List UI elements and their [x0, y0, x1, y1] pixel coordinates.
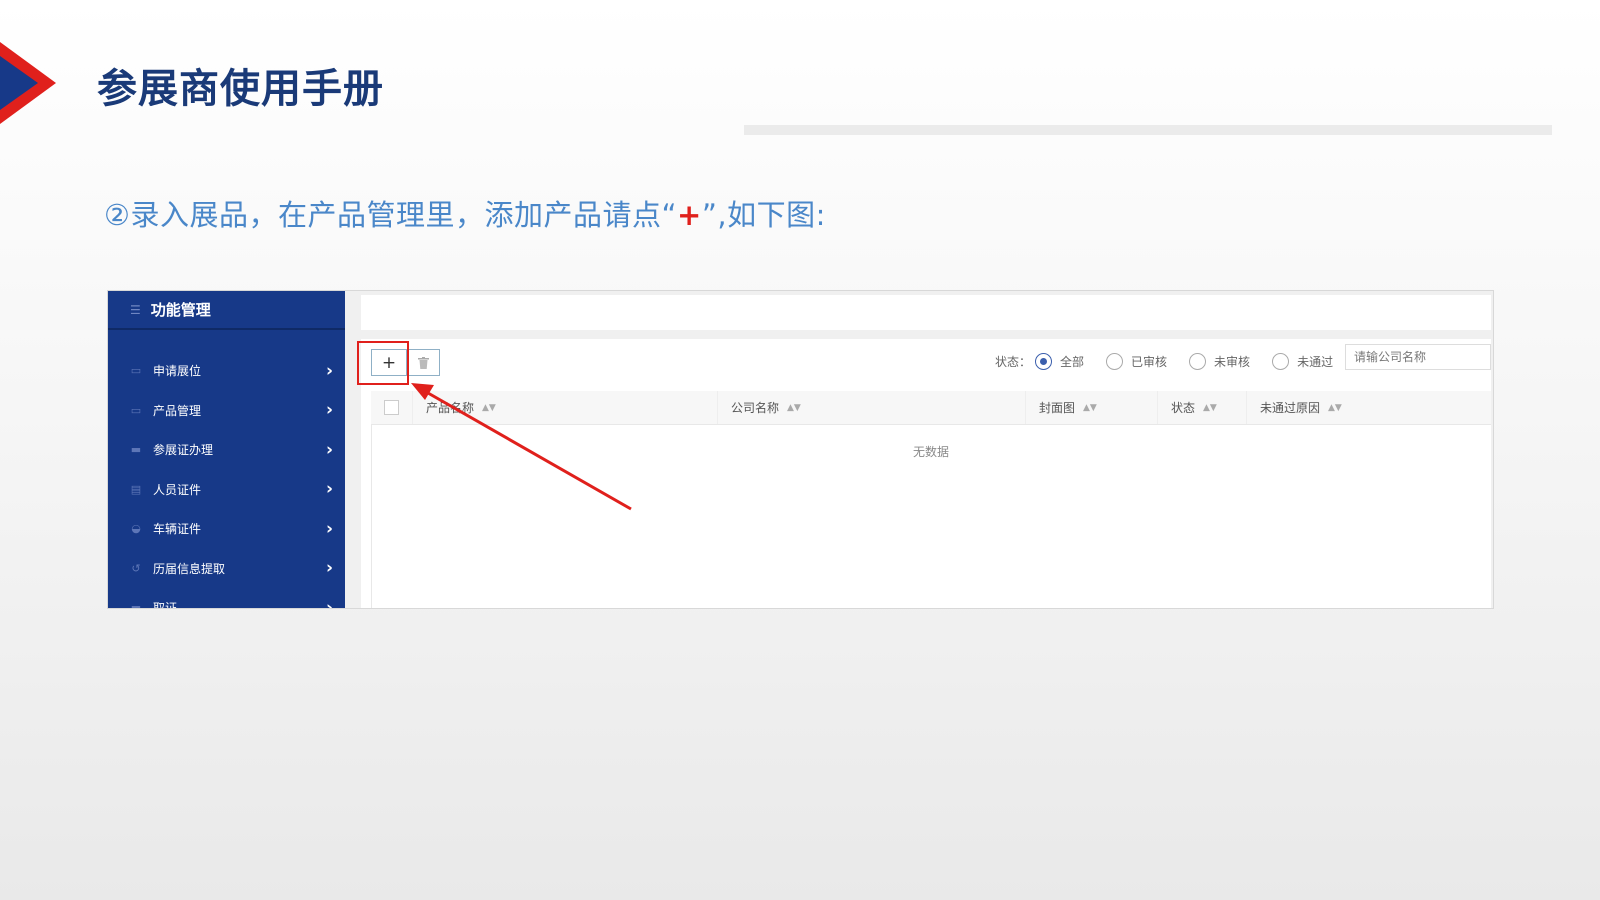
chevron-right-icon: › — [325, 360, 333, 381]
sidebar-item-label: 取证 — [153, 601, 178, 609]
car-icon: ◒ — [131, 522, 141, 536]
column-header-cover-image[interactable]: 封面图 ▲▼ — [1026, 391, 1158, 424]
status-option-label: 未通过 — [1297, 355, 1334, 369]
chevron-right-icon: › — [325, 479, 333, 500]
chevron-right-icon: › — [325, 400, 333, 421]
sidebar-item-label: 产品管理 — [153, 403, 202, 418]
sidebar-item-history-import[interactable]: ↺ 历届信息提取 › — [108, 549, 345, 589]
column-header-reject-reason[interactable]: 未通过原因 ▲▼ — [1247, 391, 1491, 424]
instruction-post: ”,如下图: — [701, 198, 826, 232]
column-label: 公司名称 — [731, 401, 780, 415]
radio-icon — [1106, 353, 1124, 370]
select-all-checkbox[interactable] — [384, 400, 399, 415]
sidebar-item-label: 申请展位 — [153, 364, 202, 379]
card-icon: ▬ — [130, 601, 142, 609]
header-divider — [744, 125, 1552, 135]
status-option-label: 全部 — [1060, 355, 1085, 369]
sidebar-item-label: 历届信息提取 — [153, 561, 226, 576]
instruction-pre: ②录入展品，在产品管理里，添加产品请点“ — [104, 198, 678, 232]
instruction-plus: + — [677, 198, 702, 232]
sort-icon: ▲▼ — [1083, 402, 1097, 413]
sidebar: ☰ 功能管理 ▭ 申请展位 › ▭ 产品管理 › ▬ 参展证办理 › ▤ 人员证… — [108, 291, 345, 609]
top-bar — [361, 295, 1491, 330]
sort-icon: ▲▼ — [482, 402, 496, 413]
chevron-right-icon: › — [325, 597, 333, 609]
sidebar-header: ☰ 功能管理 — [108, 291, 345, 330]
column-label: 产品名称 — [426, 401, 475, 415]
column-header-company-name[interactable]: 公司名称 ▲▼ — [718, 391, 1026, 424]
history-icon: ↺ — [131, 561, 141, 575]
main-content: + 状态： 全部 已审核 未审核 未通过 请输公司名称 产品名称 ▲▼ 公司名称… — [357, 339, 1491, 608]
brand-arrow-logo — [0, 42, 56, 124]
chevron-right-icon: › — [325, 558, 333, 579]
radio-icon — [1272, 353, 1290, 370]
sidebar-item-collect-pass[interactable]: ▬ 取证 › — [108, 588, 345, 609]
column-header-product-name[interactable]: 产品名称 ▲▼ — [413, 391, 718, 424]
radio-icon — [1189, 353, 1207, 370]
status-option-label: 未审核 — [1214, 355, 1251, 369]
monitor-icon: ▭ — [130, 403, 142, 417]
toolbar: + 状态： 全部 已审核 未审核 未通过 请输公司名称 — [357, 339, 1491, 391]
sidebar-item-staff-pass[interactable]: ▤ 人员证件 › — [108, 470, 345, 510]
status-filter: 状态： 全部 已审核 未审核 未通过 — [995, 353, 1355, 370]
sort-icon: ▲▼ — [1328, 402, 1342, 413]
highlight-box — [357, 341, 409, 385]
status-option-all[interactable]: 全部 — [1035, 353, 1084, 370]
product-table: 产品名称 ▲▼ 公司名称 ▲▼ 封面图 ▲▼ 状态 ▲▼ 未通过原因 ▲▼ 无数据 — [371, 391, 1491, 460]
card-icon: ▬ — [130, 443, 142, 457]
status-option-pending[interactable]: 未审核 — [1189, 353, 1250, 370]
slide-title: 参展商使用手册 — [97, 66, 384, 112]
trash-icon — [417, 356, 429, 369]
delete-button[interactable] — [407, 349, 440, 376]
column-label: 状态 — [1171, 401, 1196, 415]
monitor-icon: ▭ — [130, 364, 142, 378]
chevron-right-icon: › — [325, 518, 333, 539]
column-header-status[interactable]: 状态 ▲▼ — [1158, 391, 1247, 424]
sidebar-item-label: 车辆证件 — [153, 522, 202, 537]
id-card-icon: ▤ — [130, 482, 142, 496]
sort-icon: ▲▼ — [1203, 402, 1217, 413]
sidebar-title: 功能管理 — [150, 301, 211, 319]
company-search-input[interactable] — [1345, 344, 1491, 370]
instruction-text: ②录入展品，在产品管理里，添加产品请点“+”,如下图: — [104, 192, 826, 234]
chevron-right-icon: › — [325, 439, 333, 460]
column-label: 未通过原因 — [1260, 401, 1321, 415]
sidebar-item-product-management[interactable]: ▭ 产品管理 › — [108, 391, 345, 431]
sort-icon: ▲▼ — [787, 402, 801, 413]
status-option-rejected[interactable]: 未通过 — [1272, 353, 1333, 370]
status-option-label: 已审核 — [1131, 355, 1168, 369]
empty-state-text: 无数据 — [912, 445, 949, 459]
sidebar-menu: ▭ 申请展位 › ▭ 产品管理 › ▬ 参展证办理 › ▤ 人员证件 › ◒ 车 — [108, 330, 345, 609]
sidebar-item-apply-booth[interactable]: ▭ 申请展位 › — [108, 351, 345, 391]
sidebar-item-vehicle-pass[interactable]: ◒ 车辆证件 › — [108, 509, 345, 549]
select-all-cell — [371, 391, 413, 424]
status-filter-label: 状态： — [995, 355, 1032, 369]
app-screenshot: ☰ 功能管理 ▭ 申请展位 › ▭ 产品管理 › ▬ 参展证办理 › ▤ 人员证… — [107, 290, 1494, 609]
table-header: 产品名称 ▲▼ 公司名称 ▲▼ 封面图 ▲▼ 状态 ▲▼ 未通过原因 ▲▼ — [371, 391, 1491, 425]
sidebar-item-exhibitor-pass[interactable]: ▬ 参展证办理 › — [108, 430, 345, 470]
list-icon: ☰ — [130, 302, 141, 317]
radio-selected-icon — [1035, 353, 1053, 370]
sidebar-item-label: 参展证办理 — [153, 443, 214, 458]
sidebar-item-label: 人员证件 — [153, 482, 202, 497]
status-option-approved[interactable]: 已审核 — [1106, 353, 1167, 370]
column-label: 封面图 — [1039, 401, 1076, 415]
